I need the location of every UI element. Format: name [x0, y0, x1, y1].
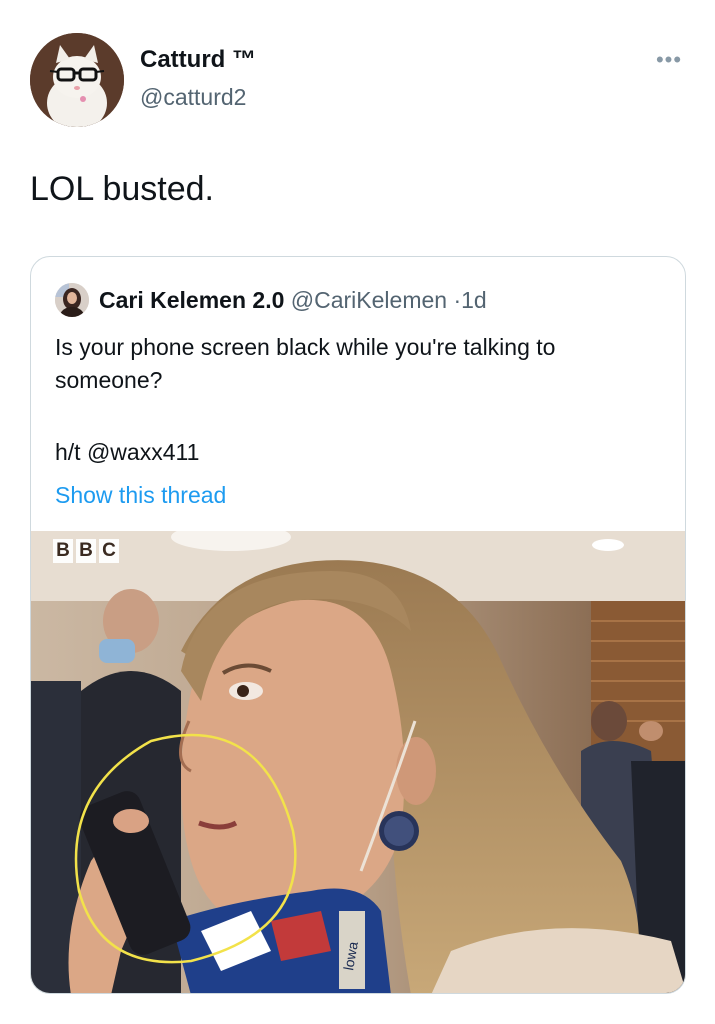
tweet-media-photo[interactable]: lowa B B C — [31, 531, 685, 993]
photo-illustration: lowa — [31, 531, 685, 993]
bbc-letter: B — [53, 539, 73, 563]
author-display-name[interactable]: Catturd ™ — [140, 46, 256, 74]
quoted-tweet-text: Is your phone screen black while you're … — [55, 331, 675, 397]
author-avatar[interactable] — [30, 33, 124, 127]
quoted-tweet-header: Cari Kelemen 2.0 @CariKelemen ·1d — [99, 287, 487, 314]
person-avatar-icon — [55, 283, 89, 317]
author-handle[interactable]: @catturd2 — [140, 84, 246, 111]
tweet-text: LOL busted. — [30, 170, 214, 208]
quoted-tweet-time[interactable]: 1d — [461, 287, 487, 313]
show-thread-link[interactable]: Show this thread — [55, 482, 226, 509]
quoted-author-name[interactable]: Cari Kelemen 2.0 — [99, 287, 284, 313]
quoted-text-line: Is your phone screen black while you're … — [55, 334, 556, 360]
quoted-text-line: someone? — [55, 367, 163, 393]
bbc-letter: B — [76, 539, 96, 563]
quoted-tweet-card[interactable]: Cari Kelemen 2.0 @CariKelemen ·1d Is you… — [30, 256, 686, 994]
cat-avatar-icon — [30, 33, 124, 127]
bbc-letter: C — [99, 539, 119, 563]
hat-tip-text: h/t @waxx411 — [55, 439, 200, 465]
quoted-author-handle[interactable]: @CariKelemen — [291, 287, 447, 313]
more-dots-icon[interactable]: ••• — [652, 49, 686, 71]
bbc-watermark: B B C — [53, 539, 119, 563]
separator-dot: · — [453, 287, 462, 313]
quoted-author-avatar[interactable] — [55, 283, 89, 317]
